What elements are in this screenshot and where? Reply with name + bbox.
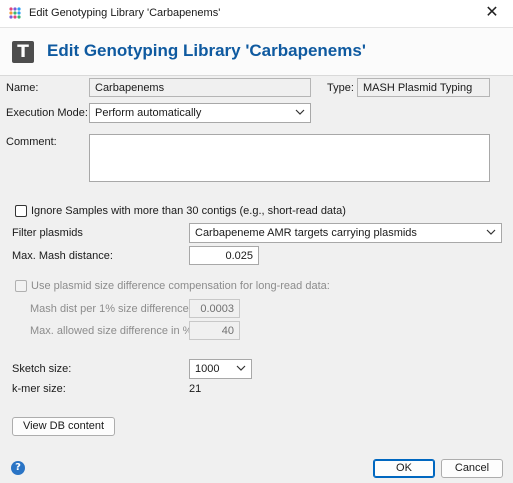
filter-plasmids-value: Carbapeneme AMR targets carrying plasmid… xyxy=(195,227,417,239)
mash-dist-label: Mash dist per 1% size difference: xyxy=(30,303,192,315)
execution-mode-label: Execution Mode: xyxy=(6,107,88,119)
ignore-samples-label: Ignore Samples with more than 30 contigs… xyxy=(31,205,346,217)
mash-dist-input[interactable]: 0.0003 xyxy=(189,299,240,318)
kmer-size-value: 21 xyxy=(189,383,202,395)
sketch-size-label: Sketch size: xyxy=(12,363,72,375)
execution-mode-value: Perform automatically xyxy=(95,107,202,119)
max-mash-input[interactable]: 0.025 xyxy=(189,246,259,265)
max-size-diff-label: Max. allowed size difference in %: xyxy=(30,325,196,337)
help-icon[interactable]: ? xyxy=(11,461,25,475)
chevron-down-icon xyxy=(486,229,496,235)
max-size-diff-input[interactable]: 40 xyxy=(189,321,240,340)
comment-label: Comment: xyxy=(6,136,57,148)
max-mash-label: Max. Mash distance: xyxy=(12,250,113,262)
comment-textarea[interactable] xyxy=(89,134,490,182)
view-db-content-button[interactable]: View DB content xyxy=(12,417,115,436)
kmer-size-label: k-mer size: xyxy=(12,383,66,395)
type-field: MASH Plasmid Typing xyxy=(357,78,490,97)
execution-mode-select[interactable]: Perform automatically xyxy=(89,103,311,123)
ignore-samples-checkbox[interactable] xyxy=(15,205,27,217)
chevron-down-icon xyxy=(236,365,246,371)
compensation-checkbox[interactable] xyxy=(15,280,27,292)
sketch-size-value: 1000 xyxy=(195,363,220,375)
filter-plasmids-select[interactable]: Carbapeneme AMR targets carrying plasmid… xyxy=(189,223,502,243)
name-label: Name: xyxy=(6,82,39,94)
ok-button[interactable]: OK xyxy=(373,459,435,478)
sketch-size-select[interactable]: 1000 xyxy=(189,359,252,379)
app-icon xyxy=(9,7,21,19)
cancel-button[interactable]: Cancel xyxy=(441,459,503,478)
filter-plasmids-label: Filter plasmids xyxy=(12,227,83,239)
name-field[interactable]: Carbapenems xyxy=(89,78,311,97)
dialog-title: Edit Genotyping Library 'Carbapenems' xyxy=(47,41,366,60)
window-title: Edit Genotyping Library 'Carbapenems' xyxy=(29,7,221,19)
close-icon[interactable]: ✕ xyxy=(482,3,502,23)
type-label: Type: xyxy=(327,82,354,94)
library-type-icon: T xyxy=(12,41,34,63)
compensation-label: Use plasmid size difference compensation… xyxy=(31,280,330,292)
chevron-down-icon xyxy=(295,109,305,115)
